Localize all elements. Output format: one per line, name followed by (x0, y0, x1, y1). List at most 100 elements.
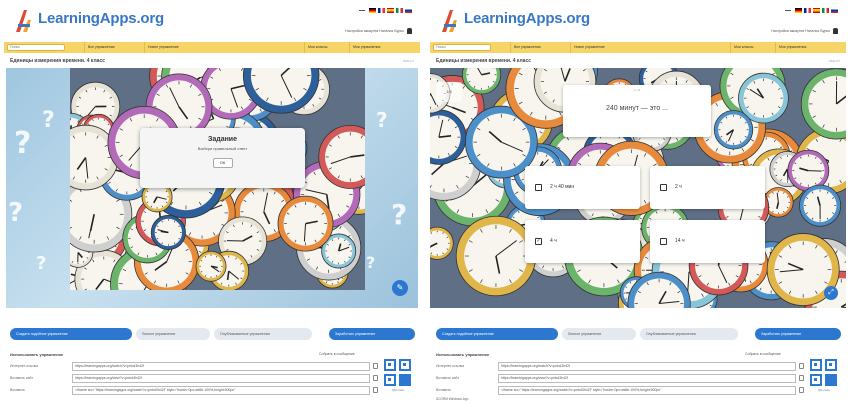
fullscreen-icon[interactable]: ⤢ (824, 286, 838, 300)
search-input[interactable]: Поиск (433, 44, 491, 51)
logo[interactable]: LearningApps.org (14, 4, 184, 38)
app-stage[interactable]: ? ? ? ? ? ? ? Задание Выбери правильный … (6, 68, 418, 308)
flag-fr-icon[interactable] (378, 8, 385, 13)
ok-button[interactable]: ОК (212, 158, 233, 168)
nav-my-classes[interactable]: Мои классы (730, 42, 756, 53)
published-exercises-button[interactable]: Опубликованные упражнения (214, 328, 312, 340)
answer-option[interactable]: 2 ч 40 мин (525, 166, 640, 209)
copy-icon[interactable] (799, 375, 804, 381)
copy-icon[interactable] (373, 387, 378, 393)
nav-all-exercises[interactable]: Все упражнения (510, 42, 544, 53)
nav-my-exercises[interactable]: Мои упражнения (349, 42, 383, 53)
nav-bar: Поиск Все упражнения Новое упражнение Мо… (4, 42, 420, 53)
edit-icon[interactable]: ✎ (392, 280, 408, 296)
clock-icon (150, 214, 186, 250)
answer-option[interactable]: ✓ 4 ч (525, 220, 640, 263)
nav-my-exercises[interactable]: Мои упражнения (775, 42, 809, 53)
question-text: 240 минут — это ... (605, 105, 669, 112)
copy-icon[interactable] (373, 363, 378, 369)
flag-es-icon[interactable] (387, 8, 394, 13)
embed-row-site: Вставить сайт https://learningapps.org/v… (10, 374, 380, 383)
flag-de-icon[interactable] (369, 8, 376, 13)
user-menu[interactable]: Настройки аккаунта Наталья Бурко (771, 28, 838, 34)
embed-label: Вставить (10, 388, 25, 392)
flag-it-icon[interactable] (822, 8, 829, 13)
checkbox-checked-icon[interactable]: ✓ (535, 238, 542, 245)
screen-question: LearningApps.org Настройки аккаунта Ната… (430, 0, 846, 411)
personal-exercise-button[interactable]: Личное упражнение (136, 328, 210, 340)
create-similar-button[interactable]: Создать подобное упражнение (436, 328, 558, 340)
question-mark-icon: ? (14, 126, 32, 161)
published-exercises-button[interactable]: Опубликованные упражнения (640, 328, 738, 340)
embed-row-iframe: Вставить <iframe src="https://learningap… (436, 386, 806, 395)
copy-icon[interactable] (799, 387, 804, 393)
answer-label: 2 ч (675, 184, 682, 190)
embed-title: Использовать упражнение (10, 352, 64, 357)
dialog-text: Выбери правильный ответ (197, 146, 248, 151)
collect-link[interactable]: Собрать в сообщение (319, 352, 355, 356)
export-links[interactable]: SCORM Windows-App (436, 397, 468, 401)
checkbox-icon[interactable] (660, 184, 667, 191)
embed-site-field[interactable]: https://learningapps.org/view?v=pnbd3h42… (72, 374, 370, 383)
clock-icon (195, 250, 227, 282)
logo-icon (442, 10, 457, 32)
search-input[interactable]: Поиск (7, 44, 65, 51)
embed-iframe-field[interactable]: <iframe src="https://learningapps.org/wa… (72, 386, 370, 395)
user-menu[interactable]: Настройки аккаунта Наталья Бурко (345, 28, 412, 34)
flag-ru-icon[interactable] (405, 8, 412, 13)
flag-it-icon[interactable] (396, 8, 403, 13)
qr-label: QR-code (391, 388, 404, 392)
nav-new-exercise[interactable]: Новое упражнение (570, 42, 608, 53)
logo[interactable]: LearningApps.org (440, 4, 610, 38)
flag-es-icon[interactable] (813, 8, 820, 13)
answer-option[interactable]: 14 ч (650, 220, 765, 263)
qr-code-icon[interactable]: QR-code (384, 359, 412, 393)
user-line: Настройки аккаунта Наталья Бурко (345, 29, 404, 33)
language-flags[interactable] (359, 8, 412, 13)
nav-my-classes[interactable]: Мои классы (304, 42, 330, 53)
earn-exercise-button[interactable]: Заработать упражнение (755, 328, 841, 340)
copy-icon[interactable] (799, 363, 804, 369)
header: LearningApps.org Настройки аккаунта Ната… (430, 0, 846, 42)
embed-iframe-field[interactable]: <iframe src="https://learningapps.org/wa… (498, 386, 796, 395)
flag-de-icon[interactable] (795, 8, 802, 13)
embed-site-field[interactable]: https://learningapps.org/view?v=pnbd3h42… (498, 374, 796, 383)
qr-code-icon[interactable]: QR-code (810, 359, 838, 393)
collect-link[interactable]: Собрать в сообщение (745, 352, 781, 356)
page-date: 2021-07 (402, 59, 414, 63)
question-number: 1 / 4 (634, 88, 640, 92)
question-mark-icon: ? (36, 253, 47, 274)
progress-badge: 1/4 (436, 82, 462, 102)
embed-label: Интернет-ссылка (10, 364, 39, 368)
copy-icon[interactable] (373, 375, 378, 381)
checkbox-icon[interactable] (660, 238, 667, 245)
nav-all-exercises[interactable]: Все упражнения (84, 42, 118, 53)
app-stage[interactable]: 1/4 1 / 4 240 минут — это ... 2 ч 40 мин… (430, 68, 846, 308)
clock-icon (799, 184, 842, 227)
action-bar: Создать подобное упражнение Личное упраж… (4, 326, 420, 342)
embed-label: Интернет-ссылка (436, 364, 465, 368)
earn-exercise-button[interactable]: Заработать упражнение (329, 328, 415, 340)
embed-link-field[interactable]: https://learningapps.org/watch?v=pnbd3h4… (72, 362, 370, 371)
language-flags[interactable] (785, 8, 838, 13)
embed-row-iframe: Вставить <iframe src="https://learningap… (10, 386, 380, 395)
clock-icon (713, 110, 754, 150)
personal-exercise-button[interactable]: Личное упражнение (562, 328, 636, 340)
dialog-title: Задание (207, 136, 238, 143)
flag-fr-icon[interactable] (804, 8, 811, 13)
user-icon (407, 28, 412, 34)
embed-title: Использовать упражнение (436, 352, 490, 357)
answer-label: 4 ч (550, 238, 557, 244)
question-mark-icon: ? (376, 108, 388, 132)
question-mark-icon: ? (8, 198, 24, 228)
checkbox-icon[interactable] (535, 184, 542, 191)
create-similar-button[interactable]: Создать подобное упражнение (10, 328, 132, 340)
flag-ru-icon[interactable] (831, 8, 838, 13)
clock-icon (455, 215, 537, 297)
answer-label: 14 ч (675, 238, 685, 244)
embed-row-site: Вставить сайт https://learningapps.org/v… (436, 374, 806, 383)
answer-option[interactable]: 2 ч (650, 166, 765, 209)
nav-new-exercise[interactable]: Новое упражнение (144, 42, 182, 53)
user-icon (833, 28, 838, 34)
embed-link-field[interactable]: https://learningapps.org/watch?v=pnbd3h4… (498, 362, 796, 371)
